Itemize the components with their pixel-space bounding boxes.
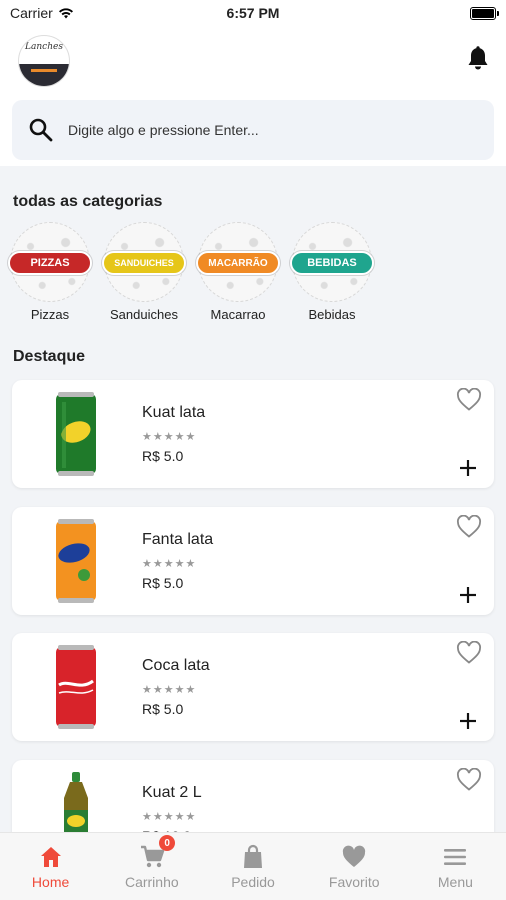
category-sanduiches[interactable]: SANDUICHES Sanduiches [102, 222, 186, 322]
category-image: PIZZAS [8, 222, 92, 302]
product-rating: ★★★★★ [142, 811, 197, 823]
logo-text: Lanches [25, 42, 63, 52]
logo-band [19, 64, 69, 86]
search-icon [29, 118, 53, 142]
category-banner: BEBIDAS [290, 251, 374, 275]
heart-icon [343, 845, 366, 867]
favorite-heart-icon[interactable] [456, 515, 482, 539]
nav-home[interactable]: Home [0, 833, 101, 900]
product-card[interactable]: Fanta lata ★★★★★ R$ 5.0 [12, 507, 494, 615]
category-pizzas[interactable]: PIZZAS Pizzas [8, 222, 92, 322]
categories-title: todas as categorias [13, 193, 163, 210]
product-name: Kuat 2 L [142, 784, 202, 801]
product-price: R$ 5.0 [142, 701, 184, 717]
favorite-heart-icon[interactable] [456, 388, 482, 412]
product-name: Kuat lata [142, 404, 206, 421]
category-label: Bebidas [308, 307, 356, 322]
home-icon [40, 847, 61, 867]
category-label: Sanduiches [110, 307, 178, 322]
product-rating: ★★★★★ [142, 558, 197, 570]
menu-icon [444, 849, 467, 865]
nav-label: Carrinho [124, 874, 179, 890]
nav-label: Menu [437, 874, 473, 890]
bell-icon[interactable] [466, 46, 490, 72]
category-banner: SANDUICHES [102, 251, 186, 275]
bag-icon [244, 844, 262, 868]
battery-icon [470, 7, 499, 20]
product-image-coca-can [56, 645, 96, 729]
product-rating: ★★★★★ [142, 431, 197, 443]
product-price: R$ 5.0 [142, 448, 184, 464]
status-bar: Carrier 6:57 PM [0, 0, 506, 26]
add-to-cart-plus-icon[interactable] [458, 711, 478, 731]
add-to-cart-plus-icon[interactable] [458, 585, 478, 605]
category-macarrao[interactable]: MACARRÃO Macarrao [196, 222, 280, 322]
nav-favorito[interactable]: Favorito [304, 833, 405, 900]
favorite-heart-icon[interactable] [456, 641, 482, 665]
product-image-fanta-can [56, 519, 96, 603]
nav-cart[interactable]: 0 Carrinho [101, 833, 202, 900]
store-logo[interactable]: Lanches [18, 35, 70, 87]
category-banner: MACARRÃO [196, 251, 280, 275]
nav-menu[interactable]: Menu [405, 833, 506, 900]
categories-list: PIZZAS Pizzas SANDUICHES Sanduiches MACA… [8, 222, 374, 322]
nav-label: Pedido [231, 874, 275, 890]
category-bebidas[interactable]: BEBIDAS Bebidas [290, 222, 374, 322]
product-rating: ★★★★★ [142, 684, 197, 696]
header: Lanches Digite algo e pressione Enter... [0, 26, 506, 166]
search-input[interactable]: Digite algo e pressione Enter... [68, 122, 259, 138]
product-image-kuat-can [56, 392, 96, 476]
search-bar[interactable]: Digite algo e pressione Enter... [12, 100, 494, 160]
category-label: Pizzas [30, 307, 70, 322]
bottom-nav: Home 0 Carrinho Pedido Favorito Menu [0, 832, 506, 900]
product-name: Coca lata [142, 657, 210, 674]
add-to-cart-plus-icon[interactable] [458, 458, 478, 478]
category-image: BEBIDAS [290, 222, 374, 302]
nav-pedido[interactable]: Pedido [202, 833, 303, 900]
category-image: SANDUICHES [102, 222, 186, 302]
product-card[interactable]: Kuat lata ★★★★★ R$ 5.0 [12, 380, 494, 488]
category-label: Macarrao [210, 307, 266, 322]
nav-label: Home [31, 874, 70, 890]
nav-label: Favorito [328, 874, 380, 890]
cart-badge: 0 [159, 835, 176, 851]
category-banner: PIZZAS [8, 251, 92, 275]
featured-title: Destaque [13, 348, 86, 365]
product-name: Fanta lata [142, 531, 214, 548]
category-image: MACARRÃO [196, 222, 280, 302]
clock: 6:57 PM [226, 5, 280, 21]
product-price: R$ 5.0 [142, 575, 184, 591]
favorite-heart-icon[interactable] [456, 768, 482, 792]
product-card[interactable]: Coca lata ★★★★★ R$ 5.0 [12, 633, 494, 741]
